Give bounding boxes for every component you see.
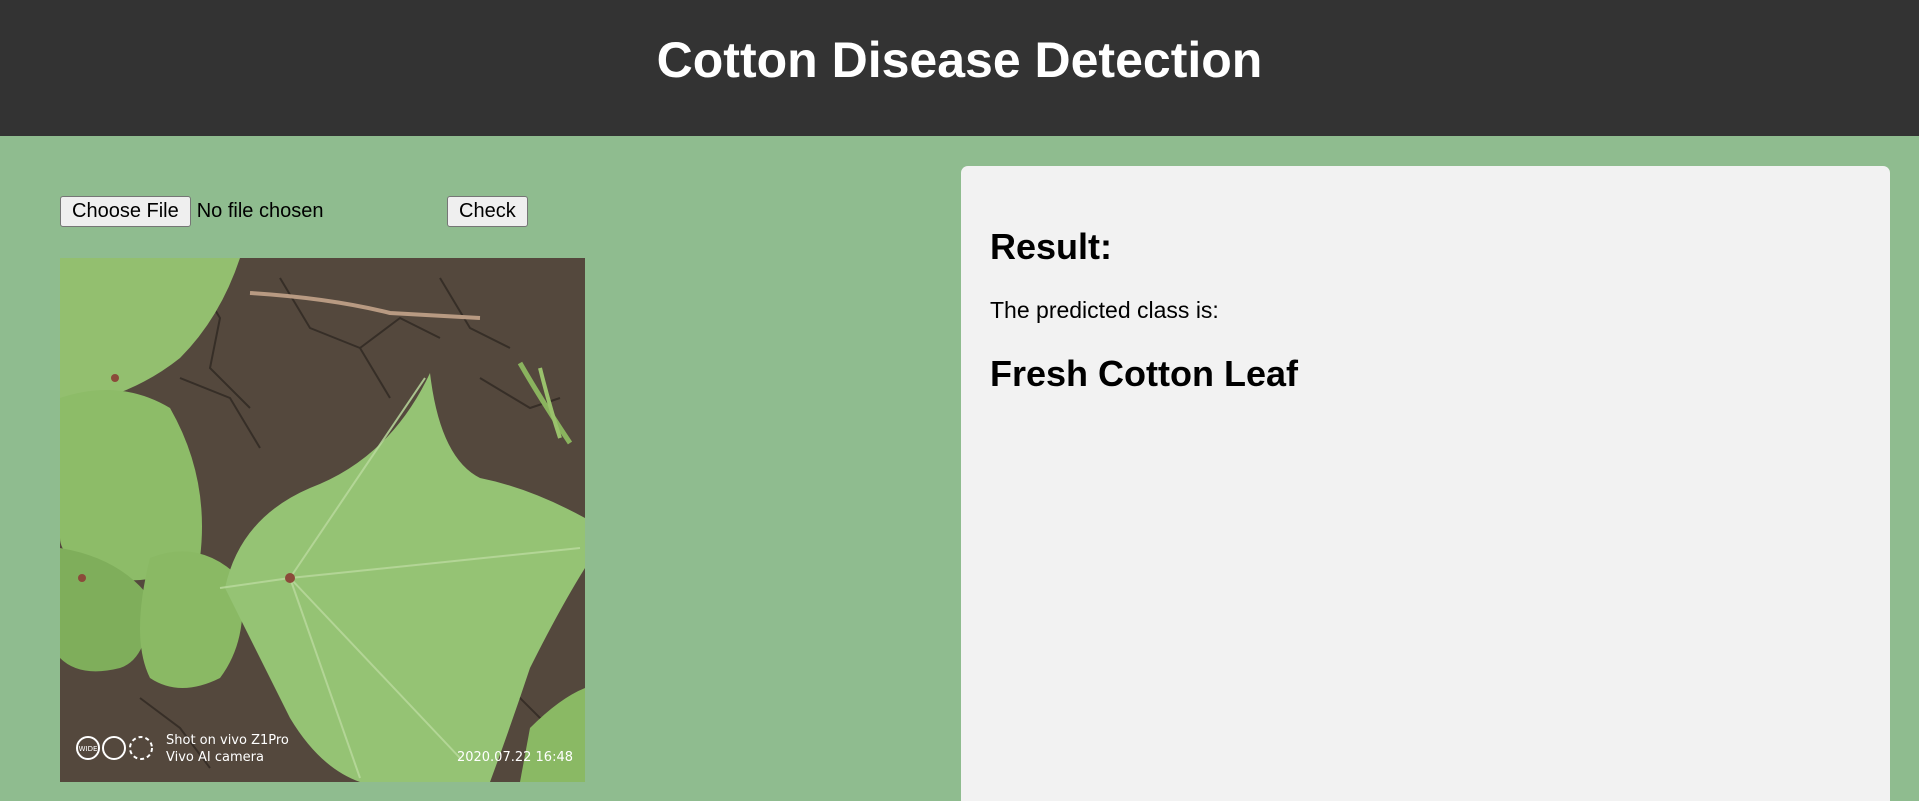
watermark-line2: Vivo AI camera (166, 750, 264, 765)
result-panel: Result: The predicted class is: Fresh Co… (961, 166, 1890, 801)
upload-form: Choose File No file chosen Check (60, 196, 528, 227)
uploaded-leaf-image: WIDE Shot on vivo Z1Pro Vivo AI camera 2… (60, 258, 585, 782)
result-heading: Result: (990, 226, 1113, 267)
file-status-text: No file chosen (196, 200, 324, 222)
watermark-line1: Shot on vivo Z1Pro (166, 733, 289, 748)
result-text: The predicted class is: (990, 297, 1219, 323)
check-button[interactable]: Check (447, 196, 528, 227)
page-title: Cotton Disease Detection (656, 32, 1263, 88)
app-header: Cotton Disease Detection (0, 0, 1919, 136)
wide-badge: WIDE (79, 745, 98, 753)
watermark-timestamp: 2020.07.22 16:48 (457, 750, 573, 765)
choose-file-button[interactable]: Choose File (60, 196, 191, 227)
leaf-photo: WIDE Shot on vivo Z1Pro Vivo AI camera 2… (60, 258, 585, 782)
predicted-class: Fresh Cotton Leaf (990, 353, 1299, 394)
